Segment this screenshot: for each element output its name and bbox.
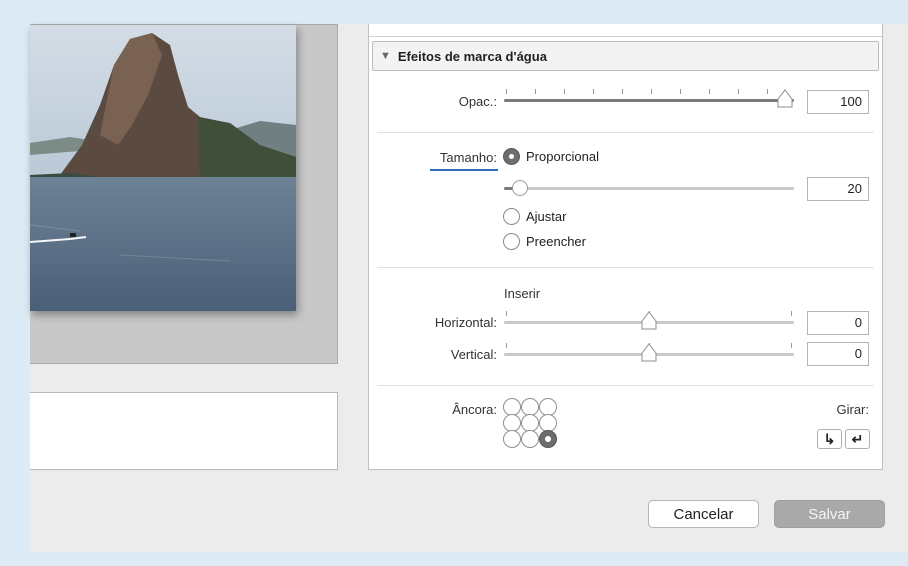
watermark-effects-header[interactable]: ▼ Efeitos de marca d'água: [372, 41, 879, 71]
slider-tick: [535, 89, 536, 94]
slider-tick: [791, 311, 792, 316]
focus-underline: [430, 169, 498, 171]
divider: [377, 132, 874, 133]
section-title: Efeitos de marca d'água: [397, 48, 547, 64]
radio-proportional[interactable]: Proporcional: [503, 148, 599, 165]
watermark-settings-panel: ▼ Efeitos de marca d'água Opac.: 100 Tam…: [368, 24, 883, 470]
radio-button-selected[interactable]: [503, 148, 520, 165]
rotate-left-button[interactable]: ↵: [845, 429, 870, 449]
slider-tick: [564, 89, 565, 94]
disclosure-triangle-icon[interactable]: ▼: [380, 50, 391, 62]
radio-label: Proporcional: [526, 149, 599, 164]
size-label: Tamanho:: [439, 150, 497, 165]
slider-tick: [651, 89, 652, 94]
size-value-field[interactable]: 20: [807, 177, 869, 201]
horizontal-inset-slider[interactable]: [504, 309, 794, 333]
anchor-bottom-left[interactable]: [503, 430, 521, 448]
radio-fit[interactable]: Ajustar: [503, 208, 566, 225]
slider-tick: [593, 89, 594, 94]
divider: [369, 36, 882, 37]
rotate-left-icon: ↵: [851, 430, 864, 447]
opacity-value-field[interactable]: 100: [807, 90, 869, 114]
slider-tick: [791, 343, 792, 348]
slider-knob[interactable]: [640, 343, 658, 363]
photo-image: [30, 25, 296, 311]
slider-tick: [506, 311, 507, 316]
opacity-slider[interactable]: [504, 87, 794, 111]
vertical-label: Vertical:: [450, 347, 497, 362]
horizontal-label: Horizontal:: [434, 315, 497, 330]
anchor-grid: [503, 398, 563, 458]
rotate-right-icon: ↳: [823, 430, 836, 447]
anchor-bottom-right[interactable]: [539, 430, 557, 448]
horizontal-value-field[interactable]: 0: [807, 311, 869, 335]
rotate-right-button[interactable]: ↳: [817, 429, 842, 449]
slider-tick: [680, 89, 681, 94]
cancel-button[interactable]: Cancelar: [648, 500, 759, 528]
radio-button[interactable]: [503, 233, 520, 250]
slider-knob[interactable]: [640, 311, 658, 331]
slider-knob[interactable]: [776, 89, 794, 109]
slider-tick: [709, 89, 710, 94]
slider-tick: [767, 89, 768, 94]
save-button[interactable]: Salvar: [774, 500, 885, 528]
rotate-label: Girar:: [836, 402, 870, 417]
slider-tick: [622, 89, 623, 94]
radio-button[interactable]: [503, 208, 520, 225]
vertical-value-field[interactable]: 0: [807, 342, 869, 366]
radio-label: Ajustar: [526, 209, 567, 224]
slider-tick: [506, 343, 507, 348]
watermark-dialog: ▼ Efeitos de marca d'água Opac.: 100 Tam…: [30, 24, 908, 552]
inset-heading: Inserir: [504, 286, 541, 301]
slider-tick: [506, 89, 507, 94]
image-preview-area: [30, 24, 338, 364]
anchor-label: Âncora:: [452, 402, 497, 417]
slider-fill: [504, 99, 794, 102]
divider: [377, 267, 874, 268]
radio-label: Preencher: [526, 234, 586, 249]
opacity-label: Opac.:: [458, 94, 497, 109]
slider-knob[interactable]: [512, 180, 528, 196]
size-slider[interactable]: [504, 175, 794, 199]
radio-fill[interactable]: Preencher: [503, 233, 586, 250]
caption-text-area[interactable]: [30, 392, 338, 470]
slider-track: [504, 187, 794, 190]
vertical-inset-slider[interactable]: [504, 341, 794, 365]
anchor-bottom-center[interactable]: [521, 430, 539, 448]
preview-photo: [30, 25, 296, 311]
slider-tick: [738, 89, 739, 94]
divider: [377, 385, 874, 386]
